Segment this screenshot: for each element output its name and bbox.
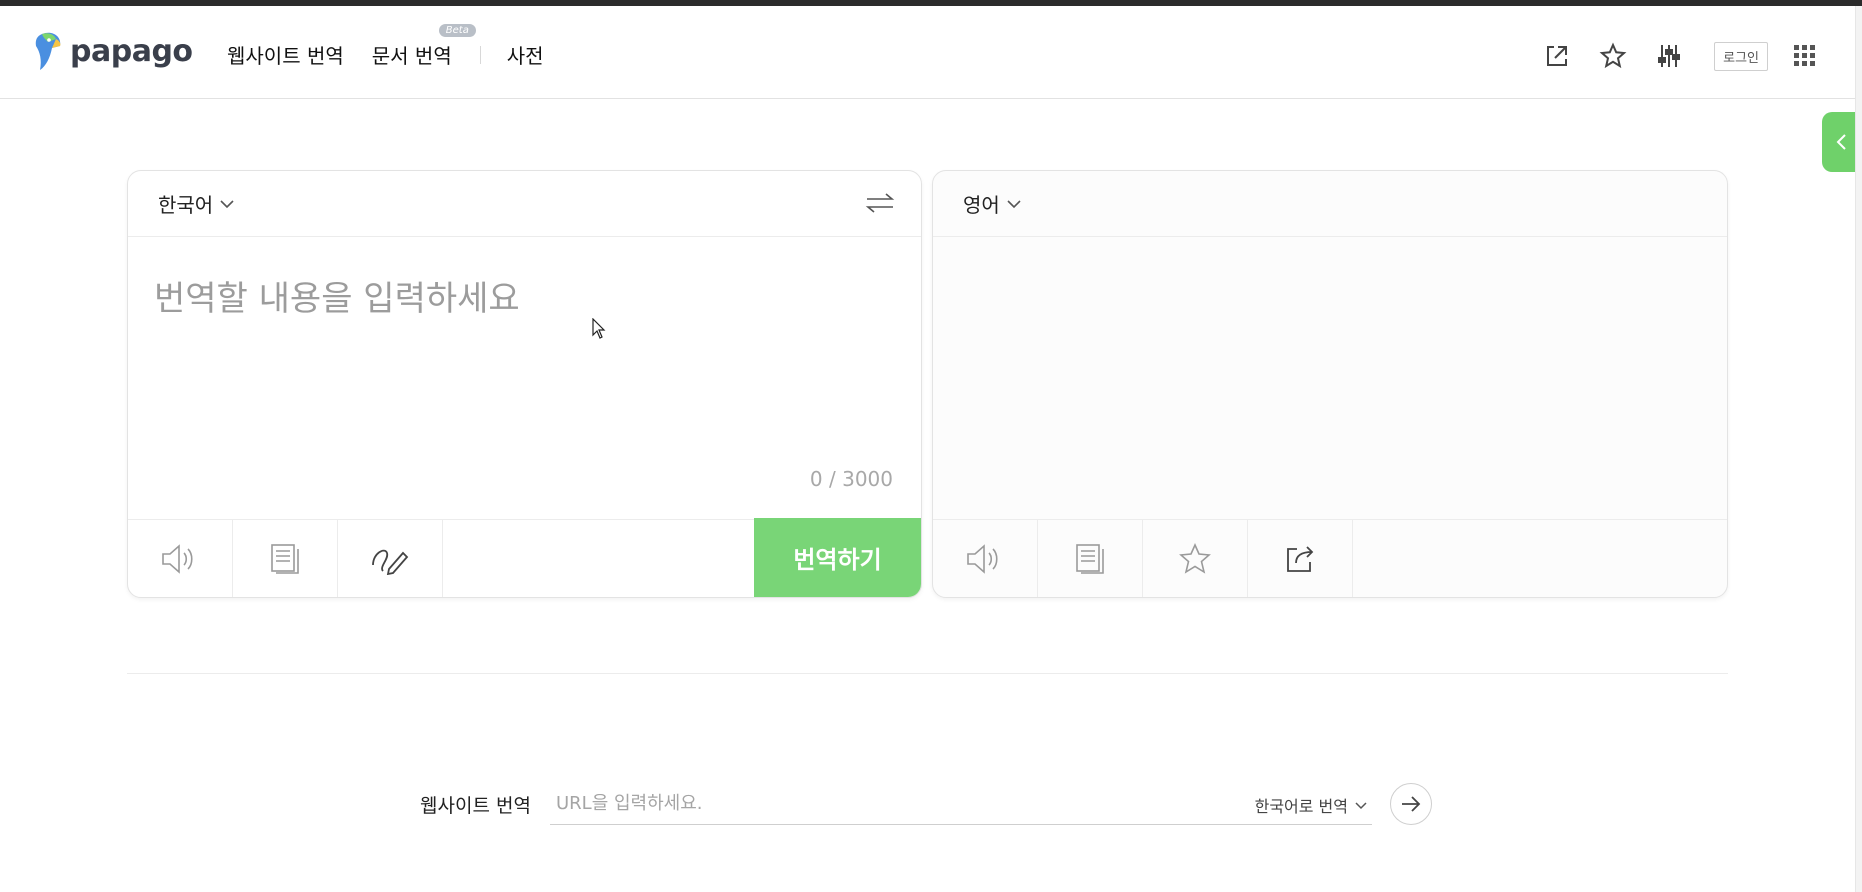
target-panel-footer — [933, 519, 1727, 597]
apps-grid-icon[interactable] — [1790, 41, 1820, 71]
chevron-down-icon — [1007, 199, 1021, 208]
website-translate-row: 웹사이트 번역 한국어로 번역 — [420, 782, 1434, 826]
mouse-cursor-icon — [592, 317, 606, 344]
chevron-down-icon — [220, 199, 234, 208]
speaker-icon[interactable] — [933, 520, 1038, 597]
settings-sliders-icon[interactable] — [1654, 41, 1684, 71]
section-divider — [127, 673, 1728, 674]
swap-languages-icon[interactable] — [865, 191, 895, 219]
nav-document-translate[interactable]: 문서 번역 Beta — [371, 24, 476, 69]
source-panel-header: 한국어 — [128, 171, 921, 237]
nav-dictionary[interactable]: 사전 — [507, 40, 544, 69]
speaker-icon[interactable] — [128, 520, 233, 597]
arrow-right-icon — [1402, 796, 1421, 812]
target-panel-header: 영어 — [933, 171, 1727, 237]
chevron-down-icon — [1355, 801, 1367, 809]
target-language-label: 영어 — [963, 193, 1000, 217]
logo-text: papago — [70, 33, 193, 69]
character-counter: 0 / 3000 — [809, 467, 893, 491]
website-translate-label: 웹사이트 번역 — [420, 794, 531, 817]
star-icon[interactable] — [1598, 41, 1628, 71]
nav-document-translate-label: 문서 번역 — [371, 44, 452, 68]
share-icon[interactable] — [1248, 520, 1353, 597]
url-input[interactable] — [550, 793, 1170, 814]
source-text-input[interactable] — [154, 271, 894, 471]
main-nav: 웹사이트 번역 문서 번역 Beta 사전 — [227, 24, 572, 69]
beta-badge: Beta — [438, 24, 476, 37]
translate-button[interactable]: 번역하기 — [754, 518, 921, 597]
chevron-left-icon — [1836, 134, 1846, 150]
url-go-button[interactable] — [1390, 783, 1432, 825]
source-panel: 한국어 0 / 3000 번역하기 — [127, 170, 922, 598]
url-target-language-select[interactable]: 한국어로 번역 — [1255, 793, 1368, 817]
source-language-select[interactable]: 한국어 — [158, 189, 235, 218]
target-language-select[interactable]: 영어 — [963, 189, 1022, 218]
copy-icon[interactable] — [233, 520, 338, 597]
handwriting-icon[interactable] — [338, 520, 443, 597]
copy-icon[interactable] — [1038, 520, 1143, 597]
target-panel: 영어 — [932, 170, 1728, 598]
header: papago 웹사이트 번역 문서 번역 Beta 사전 로그인 — [0, 6, 1855, 99]
url-field-wrapper: 한국어로 번역 — [550, 783, 1372, 825]
new-window-icon[interactable] — [1542, 41, 1572, 71]
page-scrollbar[interactable] — [1855, 6, 1862, 892]
url-target-language-label: 한국어로 번역 — [1254, 797, 1348, 816]
star-icon[interactable] — [1143, 520, 1248, 597]
nav-website-translate[interactable]: 웹사이트 번역 — [227, 40, 344, 69]
papago-logo[interactable]: papago — [34, 30, 193, 72]
login-button[interactable]: 로그인 — [1714, 41, 1768, 71]
papago-bird-icon — [34, 30, 64, 72]
header-actions: 로그인 — [1516, 36, 1855, 76]
source-language-label: 한국어 — [158, 193, 214, 217]
nav-separator — [479, 45, 481, 64]
